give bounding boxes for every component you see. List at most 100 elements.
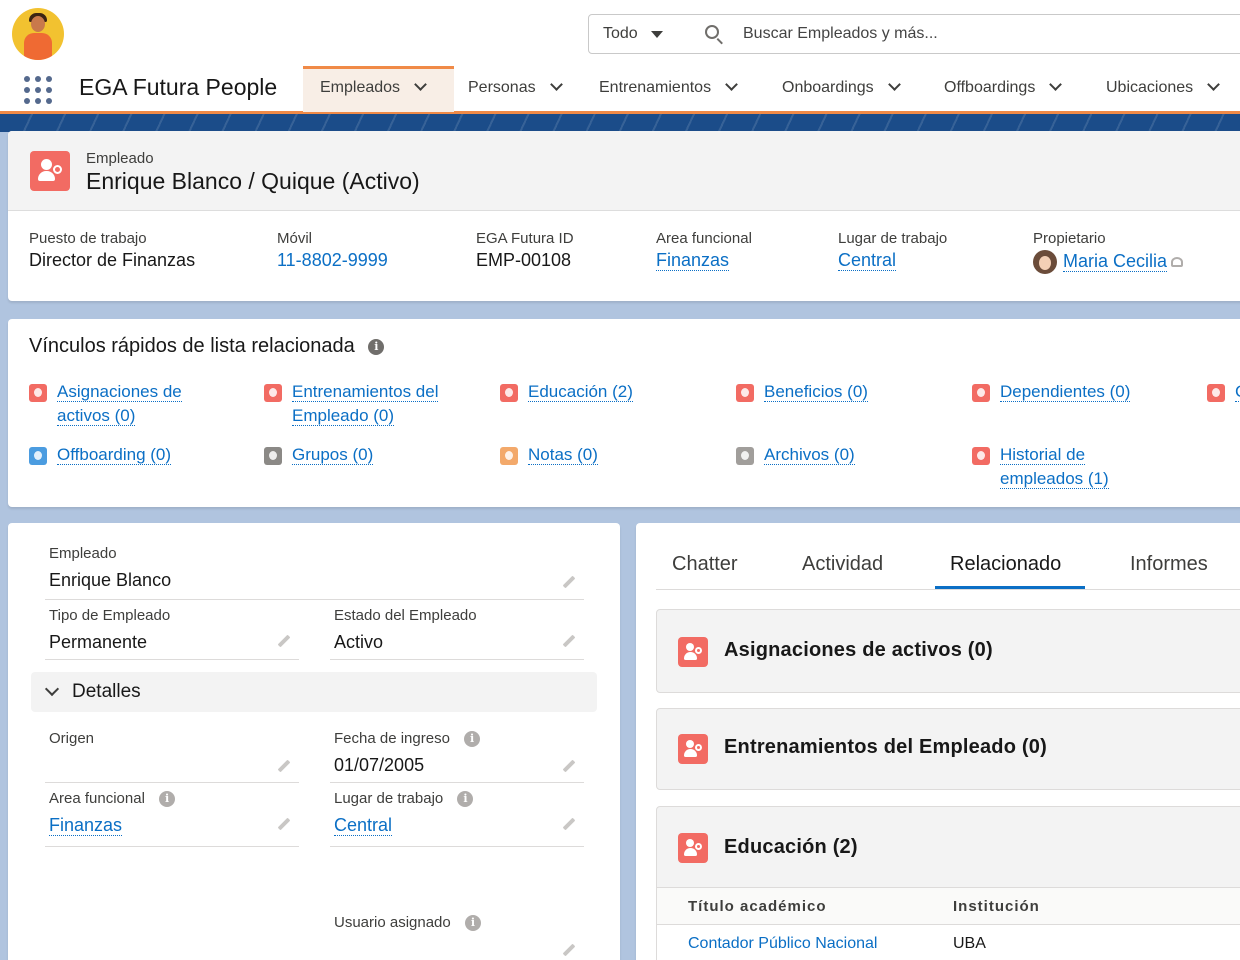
app-launcher-icon[interactable] <box>24 76 52 104</box>
table-row: Contador Público Nacional UBA <box>657 925 1240 960</box>
highlight-label: Lugar de trabajo <box>838 230 948 247</box>
field-label-text: Fecha de ingreso <box>334 730 450 747</box>
employee-icon <box>264 384 282 402</box>
record-highlights-panel: Empleado Enrique Blanco / Quique (Activo… <box>8 131 1240 301</box>
tab-relacionado[interactable]: Relacionado <box>950 553 1061 576</box>
nav-tab-label: Personas <box>468 79 536 96</box>
search-scope-dropdown[interactable]: Todo <box>588 14 678 54</box>
highlight-label: Móvil <box>277 230 313 247</box>
employee-icon <box>972 447 990 465</box>
info-icon[interactable]: i <box>457 791 474 808</box>
nav-tab-empleados[interactable]: Empleados <box>303 66 454 112</box>
related-list-title[interactable]: Educación (2) <box>724 836 858 859</box>
tab-informes[interactable]: Informes <box>1130 553 1208 576</box>
nav-tab-label: Entrenamientos <box>599 79 712 96</box>
field-label-text: Lugar de trabajo <box>334 790 444 807</box>
section-title: Detalles <box>72 681 141 702</box>
related-list-title[interactable]: Entrenamientos del Empleado (0) <box>724 736 1047 759</box>
note-icon <box>500 447 518 465</box>
nav-tab-ubicaciones[interactable]: Ubicaciones <box>1106 66 1221 112</box>
tab-chatter[interactable]: Chatter <box>672 553 738 576</box>
search-icon <box>705 25 719 39</box>
lugar-link[interactable]: Central <box>334 815 393 837</box>
area-link[interactable]: Finanzas <box>656 250 730 271</box>
field-value: Activo <box>334 632 384 652</box>
info-icon[interactable]: i <box>464 731 481 748</box>
info-icon[interactable]: i <box>159 791 176 808</box>
flag-icon <box>29 447 47 465</box>
related-list-title[interactable]: Asignaciones de activos (0) <box>724 639 993 662</box>
column-header-titulo[interactable]: Título académico <box>688 898 827 915</box>
highlight-label: Propietario <box>1033 230 1106 247</box>
nav-tab-personas[interactable]: Personas <box>468 66 563 112</box>
nav-tab-onboardings[interactable]: Onboardings <box>782 66 901 112</box>
info-icon[interactable]: i <box>464 915 481 932</box>
education-title-link[interactable]: Contador Público Nacional <box>688 935 877 953</box>
nav-tab-entrenamientos[interactable]: Entrenamientos <box>599 66 738 112</box>
highlight-lugar: Lugar de trabajo Central <box>838 230 947 271</box>
field-label-text: Area funcional <box>49 790 145 807</box>
quick-link-label: Asignaciones de activos (0) <box>57 382 182 426</box>
employee-icon <box>678 734 708 764</box>
nav-tab-label: Onboardings <box>782 79 874 96</box>
highlight-label: Area funcional <box>656 230 752 247</box>
field-value <box>49 755 299 777</box>
object-label: Empleado <box>86 150 154 167</box>
field-label: Estado del Empleado <box>334 607 477 624</box>
chevron-down-icon[interactable] <box>1049 78 1063 91</box>
app-name: EGA Futura People <box>79 74 278 100</box>
field-fecha-ingreso: Fecha de ingreso i 01/07/2005 <box>330 730 584 783</box>
area-link[interactable]: Finanzas <box>49 815 123 837</box>
tabs-divider <box>656 589 1240 590</box>
quick-link-label: Historial de empleados (1) <box>1000 445 1109 489</box>
field-estado-empleado: Estado del Empleado Activo <box>330 607 584 660</box>
field-label: Tipo de Empleado <box>49 607 171 624</box>
related-quick-links-card: Vínculos rápidos de lista relacionada i … <box>8 319 1240 507</box>
field-value: 01/07/2005 <box>334 755 425 776</box>
info-icon[interactable]: i <box>368 338 385 355</box>
lugar-link[interactable]: Central <box>838 250 897 271</box>
field-value: Permanente <box>49 632 148 652</box>
quick-link-label: Beneficios (0) <box>764 382 868 402</box>
global-search-input[interactable]: Buscar Empleados y más... <box>677 14 1240 54</box>
quick-link-label: Dependientes (0) <box>1000 382 1131 402</box>
quick-links-title: Vínculos rápidos de lista relacionada i <box>29 335 385 358</box>
highlight-puesto: Puesto de trabajo Director de Finanzas <box>29 230 195 271</box>
chevron-down-icon[interactable] <box>549 78 563 91</box>
employee-icon <box>29 384 47 402</box>
highlight-label: Puesto de trabajo <box>29 230 147 247</box>
quick-links-title-text: Vínculos rápidos de lista relacionada <box>29 335 355 357</box>
global-header: Todo Buscar Empleados y más... <box>0 0 1240 66</box>
column-header-institucion[interactable]: Institución <box>953 898 1040 915</box>
search-placeholder: Buscar Empleados y más... <box>743 25 938 42</box>
chevron-down-icon[interactable] <box>725 78 738 91</box>
field-label: Fecha de ingreso i <box>334 730 584 748</box>
edit-pencil-icon[interactable] <box>562 943 576 957</box>
highlight-owner: Propietario Maria Cecilia <box>1033 230 1184 274</box>
employee-icon <box>678 637 708 667</box>
quick-link-label: Entrenamientos del Empleado (0) <box>292 382 439 426</box>
user-avatar[interactable] <box>12 8 64 60</box>
quick-link-label: Educación (2) <box>528 382 633 402</box>
record-detail-card: Empleado Enrique Blanco Tipo de Empleado… <box>8 523 620 960</box>
chevron-down-icon[interactable] <box>414 78 427 91</box>
field-label-text: Usuario asignado <box>334 914 451 931</box>
change-owner-icon[interactable] <box>1171 257 1184 267</box>
record-title-bar: Empleado Enrique Blanco / Quique (Activo… <box>8 131 1240 211</box>
quick-link-label: C <box>1235 382 1240 402</box>
tab-actividad[interactable]: Actividad <box>802 553 883 576</box>
owner-link[interactable]: Maria Cecilia <box>1063 250 1168 272</box>
record-title: Enrique Blanco / Quique (Activo) <box>86 168 420 194</box>
chevron-down-icon[interactable] <box>1207 78 1221 91</box>
field-usuario-asignado: Usuario asignado i <box>334 914 584 957</box>
caret-down-icon <box>651 31 663 38</box>
section-detalles-header[interactable]: Detalles <box>31 672 597 712</box>
education-institution: UBA <box>953 935 986 952</box>
chevron-down-icon[interactable] <box>887 78 901 91</box>
phone-link[interactable]: 11-8802-9999 <box>277 250 388 271</box>
nav-tab-offboardings[interactable]: Offboardings <box>944 66 1063 112</box>
quick-link-label: Archivos (0) <box>764 445 855 465</box>
chevron-down-icon <box>44 681 60 697</box>
field-empleado: Empleado Enrique Blanco <box>45 545 584 600</box>
avatar-body <box>24 33 52 60</box>
